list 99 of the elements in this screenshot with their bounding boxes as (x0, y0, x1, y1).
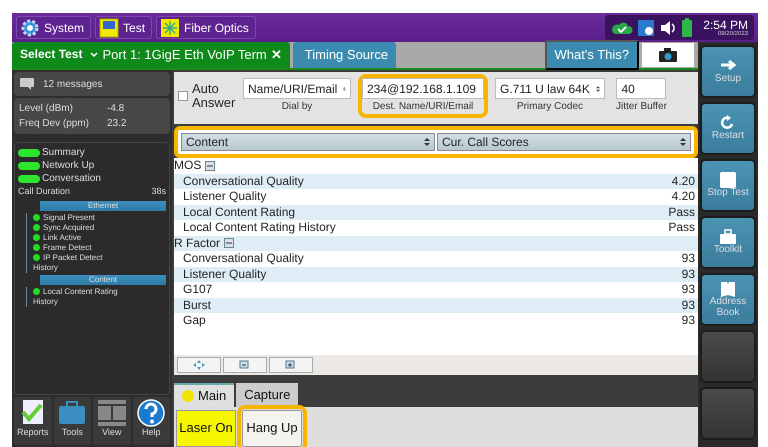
result-value: 93 (682, 282, 695, 298)
result-value: Pass (668, 220, 695, 236)
group-label: MOS (174, 158, 202, 174)
caret-icon (90, 52, 98, 58)
input-field[interactable]: 234@192.168.1.109 (362, 78, 484, 99)
star-burst-icon (160, 18, 180, 38)
dropdown[interactable]: Name/URI/Email (243, 78, 351, 99)
field-caption: Jitter Buffer (616, 100, 667, 114)
toolbar-button[interactable] (223, 357, 267, 373)
reading-label: Level (dBm) (19, 102, 74, 116)
result-label: Conversational Quality (183, 174, 304, 189)
menu-button[interactable]: Test (95, 16, 152, 39)
field-caption: Primary Codec (516, 100, 584, 114)
zoom-out-icon (239, 360, 251, 370)
result-value: 93 (682, 298, 695, 313)
message-icon (19, 77, 35, 91)
tab-label: Timing Source (304, 46, 388, 64)
menu-button[interactable]: System (16, 16, 92, 39)
input-field[interactable]: 40 (616, 78, 666, 99)
status-dot-icon (182, 390, 194, 402)
result-label: G107 (183, 282, 212, 298)
vnc-icon (637, 18, 656, 36)
tool-button[interactable]: Reports (14, 397, 52, 445)
result-label: Local Content Rating History (183, 220, 336, 236)
reading-value: -4.8 (107, 102, 124, 116)
cloud-check-icon (611, 20, 634, 34)
result-label: Local Content Rating (183, 204, 296, 220)
stop-icon (719, 172, 737, 188)
select-test-button[interactable]: Select Test (20, 49, 82, 61)
reading-value: 23.2 (107, 117, 126, 131)
tree-item[interactable]: Local Content Rating (43, 286, 118, 296)
messages-count: 12 messages (43, 78, 102, 92)
updown-arrows-icon (680, 137, 686, 147)
tree-item[interactable]: Sync Acquired (43, 222, 94, 232)
section-header: Content (40, 274, 166, 284)
tree-item[interactable]: Signal Present (43, 212, 96, 222)
result-label: Burst (183, 298, 212, 313)
tab-label: Port 1: 1GigE Eth VoIP Term (102, 46, 267, 64)
tool-button[interactable]: Help (132, 397, 170, 445)
dropdown[interactable]: G.711 U law 64K (495, 78, 605, 99)
updown-arrows-icon (424, 137, 430, 147)
reading-label: Freq Dev (ppm) (19, 117, 90, 131)
auto-answer-checkbox[interactable]: Auto Answer (178, 82, 236, 111)
result-value: 93 (682, 313, 695, 328)
status-label: Conversation (42, 172, 101, 185)
checkbox[interactable] (178, 91, 188, 102)
tree-item[interactable]: IP Packet Detect (43, 252, 102, 262)
result-value: 4.20 (672, 189, 695, 204)
result-value: 93 (682, 266, 695, 282)
help-icon (135, 398, 168, 428)
book-icon (719, 281, 737, 297)
field-caption: Dest. Name/URI/Email (372, 100, 474, 114)
close-icon[interactable]: ✕ (270, 45, 282, 65)
whats-this-button[interactable]: What's This? (544, 40, 639, 70)
layout-icon (96, 398, 128, 428)
collapse-icon[interactable] (224, 238, 234, 248)
call-duration-label: Call Duration (18, 185, 70, 198)
tab[interactable]: Timing Source (292, 42, 396, 68)
result-value: 93 (682, 251, 695, 266)
messages-box[interactable]: 12 messages (14, 72, 170, 96)
zoom-in-icon (285, 360, 297, 370)
tab[interactable]: Capture (236, 383, 298, 407)
status-label: Network Up (42, 159, 94, 172)
dropdown[interactable]: Cur. Call Scores (437, 133, 691, 151)
tab[interactable]: Select Test Port 1: 1GigE Eth VoIP Term ✕ (12, 42, 290, 68)
toolbar-button[interactable] (269, 357, 313, 373)
toolbar-button[interactable] (177, 357, 221, 373)
dropdown[interactable]: Content (181, 133, 435, 151)
speaker-icon (659, 20, 678, 36)
camera-button[interactable] (642, 43, 694, 67)
battery-icon (681, 18, 694, 38)
clock-time: 2:54 PM (703, 18, 748, 30)
result-label: Gap (183, 313, 206, 328)
result-label: Conversational Quality (183, 251, 304, 266)
menu-button[interactable]: Fiber Optics (156, 16, 256, 39)
camera-icon (658, 47, 678, 63)
tree-item[interactable]: Link Active (43, 232, 82, 242)
group-label: R Factor (174, 236, 220, 251)
tool-button[interactable]: Tools (54, 397, 91, 445)
result-label: Listener Quality (183, 189, 266, 204)
tree-item[interactable]: Frame Detect (43, 242, 92, 252)
updown-arrows-icon (596, 84, 600, 94)
tree-item[interactable]: History (33, 262, 58, 272)
call-duration-value: 38s (151, 185, 166, 198)
field-caption: Dial by (282, 100, 312, 114)
tab[interactable]: Main (174, 383, 234, 407)
toolbox-icon (719, 229, 737, 246)
result-value: 4.20 (672, 174, 695, 189)
bert-box-icon (99, 18, 120, 38)
result-value: Pass (668, 204, 695, 220)
tree-item[interactable]: History (33, 296, 58, 306)
action-button[interactable]: Laser On (176, 410, 236, 447)
gear-icon (20, 18, 40, 38)
tool-button[interactable]: View (93, 397, 130, 445)
collapse-icon[interactable] (205, 160, 216, 171)
status-label: Summary (42, 146, 85, 159)
pan-icon (193, 360, 205, 370)
section-header: Ethernet (40, 200, 166, 210)
result-label: Listener Quality (183, 266, 266, 282)
